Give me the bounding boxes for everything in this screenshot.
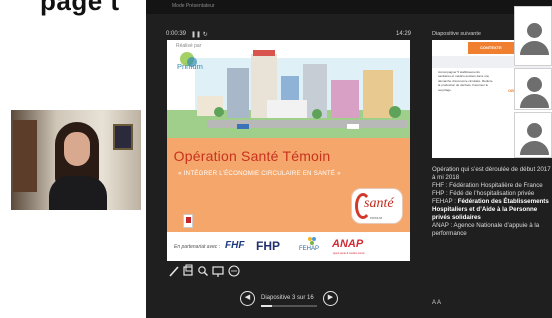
elapsed-timer: 0:00:39 [166,31,187,37]
slide-subtitle: « INTÉGRER L’ÉCONOMIE CIRCULAIRE EN SANT… [178,170,341,177]
participant-avatar-body [520,94,549,108]
notes-line: ANAP : Agence Nationale d’appuie à la pe… [432,222,540,237]
fehap-logo-mark [308,237,316,245]
next-slide-header-text: CONTEXTE [480,45,502,50]
presenter-video [11,110,141,210]
cropped-heading: page t [40,0,120,16]
notes-line-prefix: FEHAP : [432,198,458,205]
slide-title: Opération Santé Témoin [173,148,331,164]
fehap-logo: FEHAP [299,246,320,252]
slide-progress-bar [261,305,317,307]
anap-subtext: appui santé & médico-social [333,252,365,255]
screen: page t Mode Présentateur 0:00:39 ❚❚ ↻ 14… [0,0,552,318]
participant-avatar-head [527,123,542,138]
notes-font-size-controls[interactable]: A A [432,300,441,306]
participant-avatar-head [527,23,542,38]
window-title: Mode Présentateur [172,3,215,9]
video-shelf [13,120,37,192]
fhf-logo: FHF [225,240,245,251]
sante-logo-text: santé [364,196,394,211]
window-titlebar: Mode Présentateur [146,0,552,14]
participant-video-2 [514,68,552,110]
pen-icon[interactable] [168,264,180,278]
slides-grid-icon[interactable] [182,264,194,278]
presenter-body [49,176,107,210]
presenter-face [64,132,90,166]
institution-logo [183,214,193,228]
participant-video-1 [514,6,552,66]
city-illustration [167,40,410,138]
slide-banner: Opération Santé Témoin « INTÉGRER L’ÉCON… [167,138,410,232]
primum-label: Primum [177,62,203,71]
timer-controls[interactable]: ❚❚ ↻ [191,31,208,38]
presenter-view-window: Mode Présentateur 0:00:39 ❚❚ ↻ 14:29 Réa… [146,0,552,318]
next-slide-label: Diapositive suivante [432,31,481,37]
participant-avatar-head [527,77,542,92]
notes-line: FHF : Fédération Hospitalière de France [432,182,543,189]
participant-avatar-body [520,141,549,155]
video-wall-picture [113,124,133,150]
participant-video-3 [514,112,552,158]
next-slide-button[interactable]: ▶ [323,291,338,306]
sante-logo: santé PRIMUM [351,188,403,224]
sante-logo-subtext: PRIMUM [370,216,383,220]
notes-line: FEHAP : Fédération des Établissements Ho… [432,198,552,222]
current-slide[interactable]: Réalisé par Primum Opération Santé Témoi… [167,40,410,261]
partner-row: En partenariat avec : FHF FHP FEHAP ANAP… [167,232,410,261]
fhp-logo: FHP [256,239,280,253]
slide-counter: Diapositive 3 sur 16 [261,295,314,301]
notes-line: FHP : Fédé de l’hospitalisation privée [432,190,535,197]
clock: 14:29 [396,31,412,37]
more-options-icon[interactable] [228,264,240,278]
previous-slide-button[interactable]: ◀ [240,291,255,306]
zoom-icon[interactable] [197,264,209,278]
slide-progress-fill [261,305,272,307]
participant-avatar-body [520,41,549,55]
partner-label: En partenariat avec : [174,244,221,250]
anap-logo: ANAP [332,238,364,250]
notes-line: Opération qui s’est déroulée de début 20… [432,166,551,181]
next-slide-body: Accompagner 5 établissements sanitaires … [438,70,493,92]
speaker-notes[interactable]: Opération qui s’est déroulée de début 20… [432,166,552,238]
screen-icon[interactable] [212,264,224,278]
